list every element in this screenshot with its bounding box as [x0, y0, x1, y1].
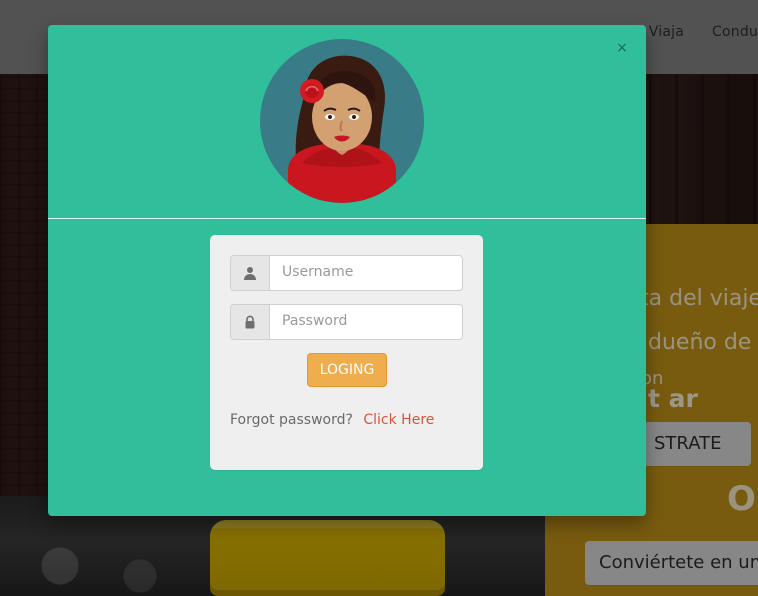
page: Viaja Condu ta del viaje dueño de t on t…	[0, 0, 758, 596]
modal-divider	[48, 218, 646, 219]
click-here-link[interactable]: Click Here	[363, 412, 434, 428]
lock-icon	[245, 315, 255, 329]
username-input[interactable]	[270, 256, 462, 288]
background-text-line-2: dueño de t	[648, 330, 758, 355]
background-big-o: O	[727, 479, 756, 519]
user-icon	[244, 267, 256, 280]
username-field[interactable]	[230, 255, 463, 291]
password-field[interactable]	[230, 304, 463, 340]
login-card: LOGING Forgot password? Click Here	[210, 235, 483, 470]
top-navigation: Viaja Condu	[649, 24, 758, 40]
avatar-icon	[260, 39, 424, 203]
forgot-password-text: Forgot password?	[230, 412, 353, 428]
username-addon	[231, 256, 270, 290]
background-text-line-1: ta del viaje	[640, 286, 758, 311]
forgot-password-row: Forgot password? Click Here	[230, 412, 434, 428]
background-convertete-button[interactable]: Conviértete en un c	[585, 541, 758, 585]
password-input[interactable]	[270, 305, 462, 337]
nav-item-viaja[interactable]: Viaja	[649, 24, 684, 40]
avatar	[260, 39, 424, 203]
password-addon	[231, 305, 270, 339]
background-taxi-image	[210, 520, 445, 596]
modal-close-button[interactable]: ×	[614, 40, 630, 56]
background-text-line-4: t ar	[648, 384, 698, 413]
nav-item-condu[interactable]: Condu	[712, 24, 758, 40]
background-register-button[interactable]: STRATE	[640, 422, 751, 466]
login-modal: × Username LOGING Forgot password? Click…	[48, 25, 646, 516]
login-button[interactable]: LOGING	[307, 353, 387, 387]
